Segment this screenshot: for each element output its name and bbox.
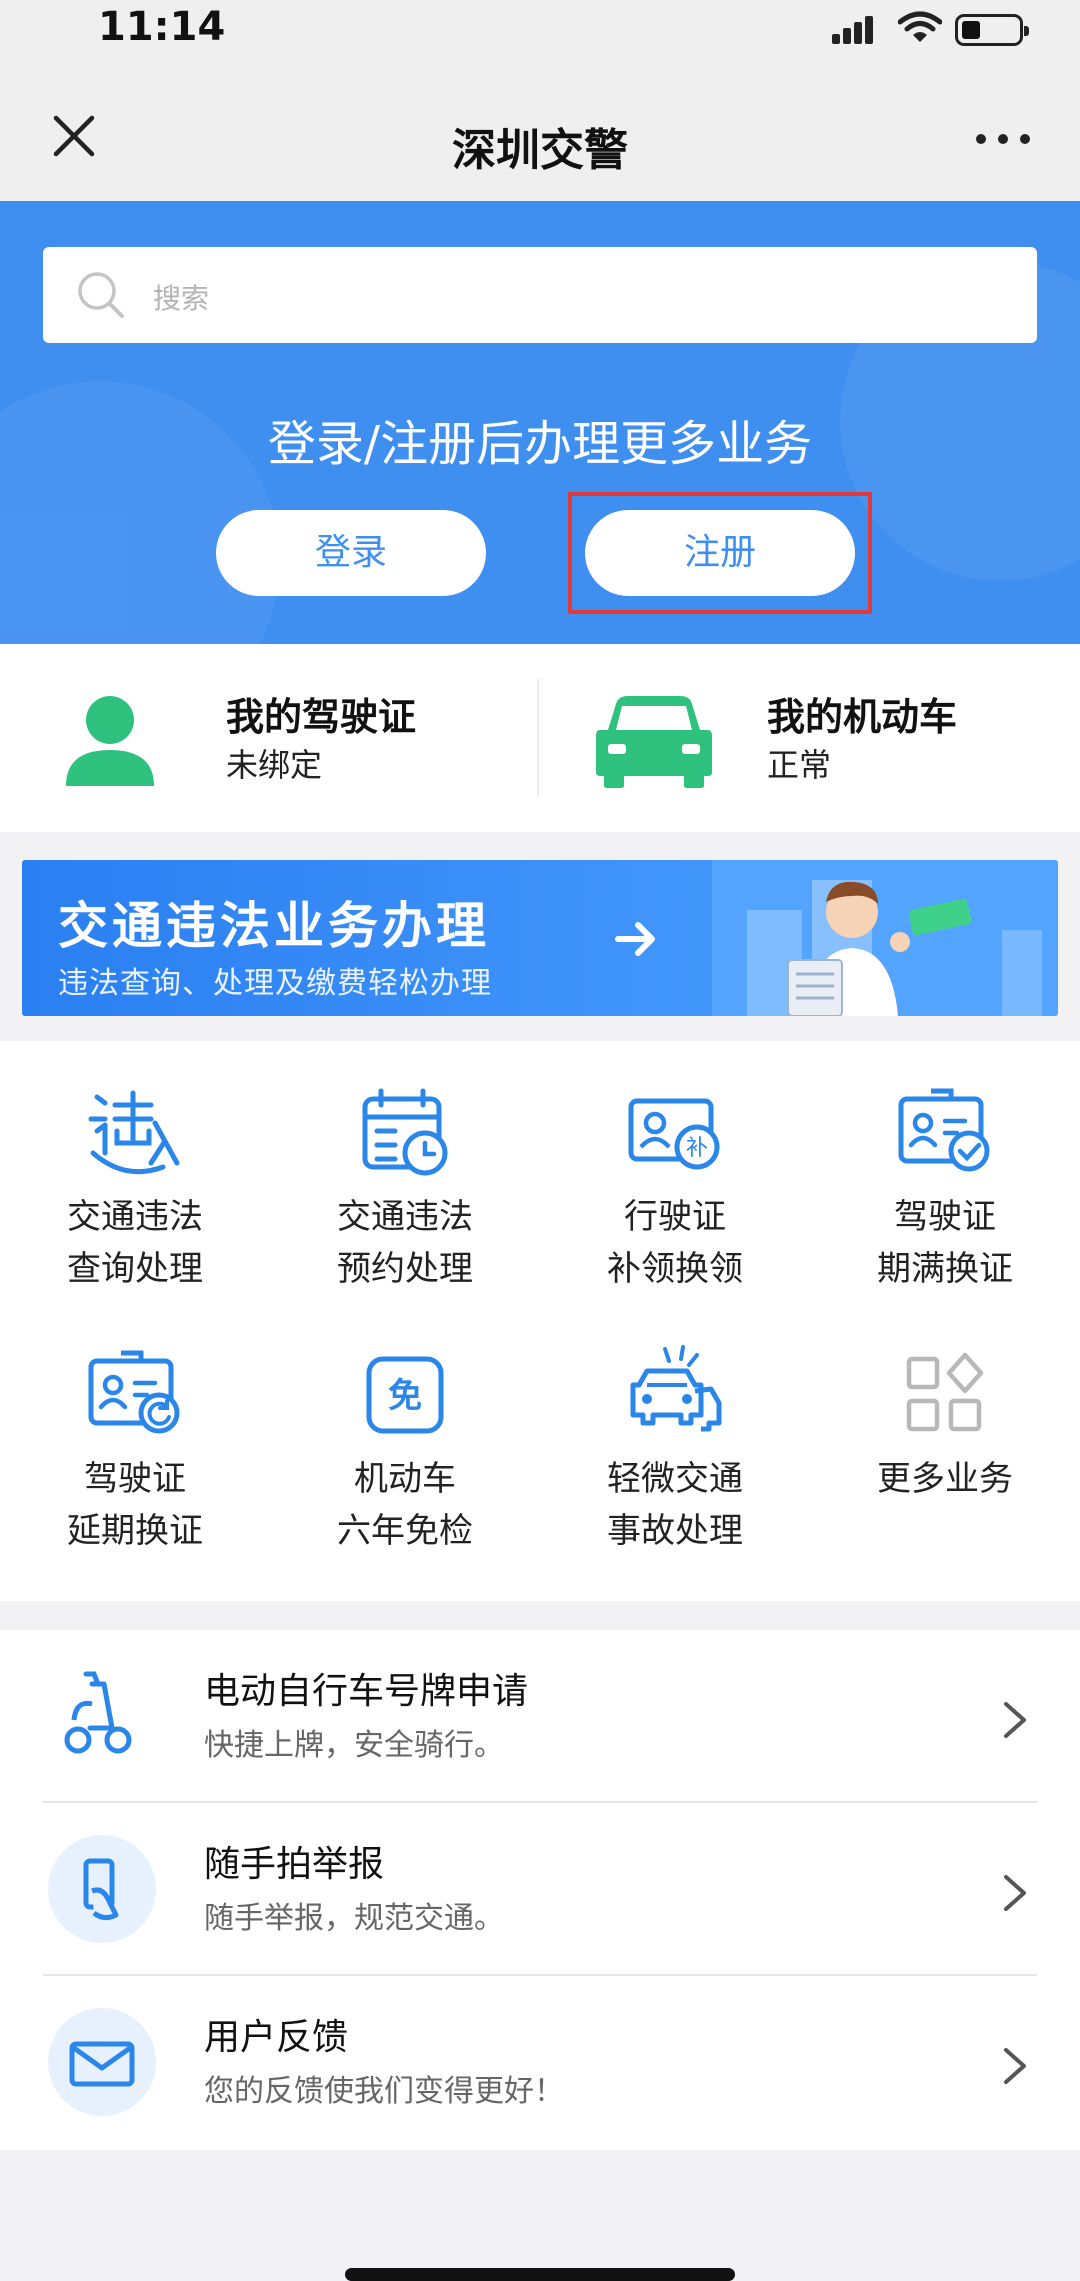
list-item-title: 用户反馈 <box>204 2017 349 2058</box>
envelope-icon <box>48 2008 156 2116</box>
service-registration-replace[interactable]: 补 行驶证 补领换领 <box>540 1041 810 1303</box>
service-label-line2: 延期换证 <box>67 1511 203 1551</box>
quick-cards: 我的驾驶证 未绑定 我的机动车 正常 <box>0 644 1080 832</box>
register-button[interactable]: 注册 <box>585 510 855 596</box>
chevron-right-icon <box>1004 2048 1026 2084</box>
list-item-photo-report[interactable]: 随手拍举报 随手举报，规范交通。 <box>0 1803 1080 1976</box>
service-label-line1: 驾驶证 <box>84 1459 186 1499</box>
my-vehicle-status: 正常 <box>767 746 832 784</box>
service-label-line1: 行驶证 <box>624 1197 726 1237</box>
service-label-line1: 驾驶证 <box>894 1197 996 1237</box>
list-item-subtitle: 随手举报，规范交通。 <box>204 1901 504 1936</box>
banner-title: 交通违法业务办理 <box>58 897 490 955</box>
svg-text:补: 补 <box>686 1136 708 1161</box>
card-divider <box>537 679 539 797</box>
calendar-clock-icon <box>362 1088 448 1176</box>
traffic-violation-banner[interactable]: 交通违法业务办理 违法查询、处理及缴费轻松办理 <box>22 860 1058 1016</box>
phone-report-icon <box>48 1835 156 1943</box>
my-license-card[interactable]: 我的驾驶证 未绑定 <box>0 644 536 832</box>
violation-icon <box>88 1090 180 1175</box>
search-placeholder: 搜索 <box>153 282 210 315</box>
service-label-line2: 补领换领 <box>607 1249 743 1289</box>
my-license-status: 未绑定 <box>226 746 323 784</box>
list-item-ebike-plate[interactable]: 电动自行车号牌申请 快捷上牌，安全骑行。 <box>0 1630 1080 1803</box>
login-button[interactable]: 登录 <box>216 510 486 596</box>
service-list: 电动自行车号牌申请 快捷上牌，安全骑行。 随手拍举报 随手举报，规范交通。 用户… <box>0 1630 1080 2150</box>
service-label-line2: 查询处理 <box>67 1249 203 1289</box>
page-title: 深圳交警 <box>452 125 628 176</box>
battery-icon <box>955 14 1029 46</box>
banner-subtitle: 违法查询、处理及缴费轻松办理 <box>58 966 492 1001</box>
license-check-icon <box>898 1088 990 1172</box>
more-grid-icon <box>906 1352 984 1432</box>
my-license-title: 我的驾驶证 <box>226 695 417 739</box>
home-indicator[interactable] <box>345 2268 735 2281</box>
license-refresh-icon <box>88 1350 180 1434</box>
list-item-subtitle: 快捷上牌，安全骑行。 <box>204 1728 504 1763</box>
service-label-line2: 六年免检 <box>337 1511 473 1551</box>
svg-text:免: 免 <box>388 1376 422 1416</box>
hero-title: 登录/注册后办理更多业务 <box>267 416 813 472</box>
service-violation-appointment[interactable]: 交通违法 预约处理 <box>270 1041 540 1303</box>
status-time: 11:14 <box>98 4 226 50</box>
service-vehicle-exemption[interactable]: 免 机动车 六年免检 <box>270 1303 540 1565</box>
service-license-expiry[interactable]: 驾驶证 期满换证 <box>810 1041 1080 1303</box>
service-violation-query[interactable]: 交通违法 查询处理 <box>0 1041 270 1303</box>
service-label-line1: 更多业务 <box>877 1459 1013 1499</box>
service-label-line2: 期满换证 <box>877 1249 1013 1289</box>
service-label-line1: 交通违法 <box>337 1197 473 1237</box>
hero-banner: 搜索 登录/注册后办理更多业务 登录 注册 <box>0 201 1080 644</box>
list-item-subtitle: 您的反馈使我们变得更好！ <box>204 2074 564 2109</box>
status-bar: 11:14 <box>0 0 1080 60</box>
chevron-right-icon <box>1004 1702 1026 1738</box>
service-label-line1: 机动车 <box>354 1459 456 1499</box>
my-vehicle-title: 我的机动车 <box>767 695 958 739</box>
chevron-right-icon <box>1004 1875 1026 1911</box>
service-license-extension[interactable]: 驾驶证 延期换证 <box>0 1303 270 1565</box>
scooter-icon <box>64 1671 132 1754</box>
signal-icon <box>832 16 873 44</box>
list-item-title: 电动自行车号牌申请 <box>204 1671 529 1712</box>
person-icon <box>66 696 154 786</box>
license-replace-icon: 补 <box>628 1098 720 1170</box>
car-accident-icon <box>630 1345 722 1432</box>
search-icon <box>78 272 124 318</box>
more-options-icon[interactable] <box>976 130 1036 146</box>
nav-bar: 深圳交警 <box>0 60 1080 201</box>
wifi-icon <box>898 11 942 42</box>
service-minor-accident[interactable]: 轻微交通 事故处理 <box>540 1303 810 1565</box>
list-item-title: 随手拍举报 <box>204 1844 385 1885</box>
service-label-line2: 预约处理 <box>337 1249 473 1289</box>
list-item-feedback[interactable]: 用户反馈 您的反馈使我们变得更好！ <box>0 1976 1080 2149</box>
my-vehicle-card[interactable]: 我的机动车 正常 <box>540 644 1080 832</box>
service-grid: 交通违法 查询处理 交通违法 预约处理 补 行驶证 补领换领 驾驶证 期满换证 … <box>0 1041 1080 1601</box>
arrow-right-icon <box>615 922 655 956</box>
person-illustration <box>787 881 972 1016</box>
service-label-line1: 轻微交通 <box>607 1459 743 1499</box>
service-label-line2: 事故处理 <box>607 1511 743 1551</box>
car-icon <box>596 696 712 788</box>
service-label-line1: 交通违法 <box>67 1197 203 1237</box>
exempt-icon: 免 <box>366 1356 444 1434</box>
search-input[interactable]: 搜索 <box>43 247 1037 343</box>
service-more[interactable]: 更多业务 <box>810 1303 1080 1565</box>
